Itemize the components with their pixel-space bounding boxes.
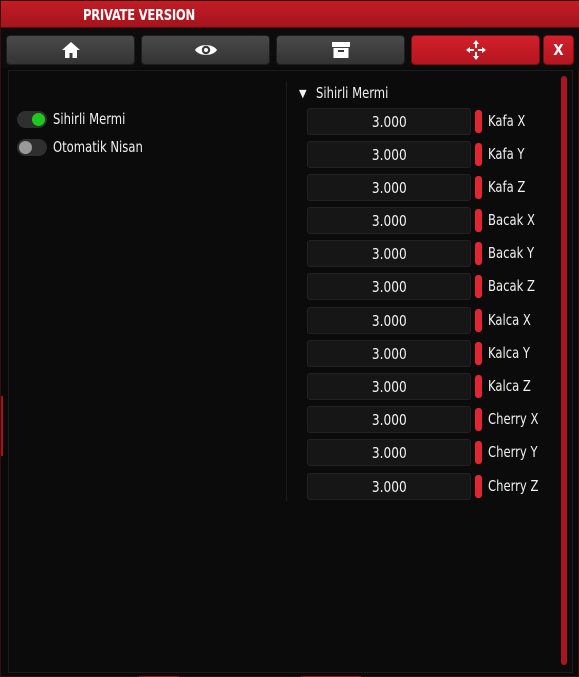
drag-handle[interactable] bbox=[475, 375, 482, 398]
tab-home[interactable] bbox=[6, 35, 135, 65]
value-text: 3.000 bbox=[371, 178, 407, 197]
value-text: 3.000 bbox=[371, 344, 407, 363]
field-label: Kafa Y bbox=[488, 145, 525, 163]
field-label: Kafa X bbox=[488, 112, 526, 130]
tab-bar bbox=[1, 29, 579, 68]
drag-handle[interactable] bbox=[475, 441, 482, 464]
eye-icon bbox=[194, 42, 218, 58]
value-input[interactable]: 3.000 bbox=[307, 373, 471, 400]
toggle-knob bbox=[32, 112, 45, 126]
value-input[interactable]: 3.000 bbox=[307, 273, 471, 300]
window-title: PRIVATE VERSION bbox=[83, 6, 195, 24]
drag-handle[interactable] bbox=[475, 309, 482, 332]
field-label: Kafa Z bbox=[488, 178, 526, 196]
scrollbar[interactable] bbox=[561, 76, 567, 665]
section-title: Sihirli Mermi bbox=[315, 84, 388, 102]
field-row: 3.000 Kafa Z bbox=[307, 174, 557, 201]
toggle-label: Sihirli Mermi bbox=[53, 110, 126, 128]
drag-handle[interactable] bbox=[475, 209, 482, 232]
field-row: 3.000 Bacak Z bbox=[307, 273, 557, 300]
tab-inventory[interactable] bbox=[276, 35, 405, 65]
edge-highlight bbox=[1, 396, 3, 456]
toggle-knob bbox=[19, 140, 32, 154]
value-text: 3.000 bbox=[371, 112, 407, 131]
value-input[interactable]: 3.000 bbox=[307, 141, 471, 168]
field-row: 3.000 Kalca X bbox=[307, 307, 557, 334]
field-label: Cherry Z bbox=[488, 477, 539, 495]
value-input[interactable]: 3.000 bbox=[307, 207, 471, 234]
drag-handle[interactable] bbox=[475, 475, 482, 498]
field-row: 3.000 Bacak Y bbox=[307, 240, 557, 267]
toggle-sihirli-mermi[interactable]: Sihirli Mermi bbox=[17, 110, 137, 128]
title-bar[interactable]: PRIVATE VERSION bbox=[1, 1, 579, 28]
drag-handle[interactable] bbox=[475, 176, 482, 199]
value-input[interactable]: 3.000 bbox=[307, 340, 471, 367]
app-window: PRIVATE VERSION X Sihirli Mermi Otomatik… bbox=[0, 0, 579, 677]
field-row: 3.000 Bacak X bbox=[307, 207, 557, 234]
value-text: 3.000 bbox=[371, 145, 407, 164]
value-text: 3.000 bbox=[371, 311, 407, 330]
close-label: X bbox=[553, 41, 564, 59]
home-icon bbox=[61, 41, 81, 59]
field-label: Kalca Y bbox=[488, 344, 530, 362]
toggle-otomatik-nisan[interactable]: Otomatik Nisan bbox=[17, 138, 157, 156]
value-text: 3.000 bbox=[371, 443, 407, 462]
field-row: 3.000 Cherry Y bbox=[307, 439, 557, 466]
value-input[interactable]: 3.000 bbox=[307, 240, 471, 267]
value-text: 3.000 bbox=[371, 377, 407, 396]
toggle-switch[interactable] bbox=[17, 110, 47, 128]
field-label: Cherry X bbox=[488, 410, 539, 428]
collapse-arrow-icon: ▼ bbox=[299, 86, 307, 100]
field-row: 3.000 Cherry X bbox=[307, 406, 557, 433]
field-row: 3.000 Kafa X bbox=[307, 108, 557, 135]
field-label: Kalca Z bbox=[488, 377, 531, 395]
drag-handle[interactable] bbox=[475, 342, 482, 365]
toggle-switch[interactable] bbox=[17, 138, 47, 156]
toggle-label: Otomatik Nisan bbox=[53, 138, 143, 156]
drag-handle[interactable] bbox=[475, 110, 482, 133]
field-label: Bacak X bbox=[488, 211, 535, 229]
tab-aim[interactable] bbox=[411, 35, 540, 65]
value-text: 3.000 bbox=[371, 477, 407, 496]
drag-handle[interactable] bbox=[475, 143, 482, 166]
column-divider bbox=[286, 81, 287, 501]
field-row: 3.000 Kafa Y bbox=[307, 141, 557, 168]
value-text: 3.000 bbox=[371, 211, 407, 230]
field-label: Bacak Y bbox=[488, 244, 535, 262]
value-input[interactable]: 3.000 bbox=[307, 108, 471, 135]
field-row: 3.000 Kalca Y bbox=[307, 340, 557, 367]
value-input[interactable]: 3.000 bbox=[307, 406, 471, 433]
value-text: 3.000 bbox=[371, 410, 407, 429]
drag-handle[interactable] bbox=[475, 408, 482, 431]
value-input[interactable]: 3.000 bbox=[307, 174, 471, 201]
field-label: Bacak Z bbox=[488, 277, 535, 295]
value-text: 3.000 bbox=[371, 244, 407, 263]
move-crosshair-icon bbox=[465, 39, 487, 61]
section-header-sihirli-mermi[interactable]: ▼ Sihirli Mermi bbox=[299, 84, 400, 102]
drag-handle[interactable] bbox=[475, 275, 482, 298]
archive-box-icon bbox=[331, 41, 351, 59]
tab-visuals[interactable] bbox=[141, 35, 270, 65]
field-row: 3.000 Cherry Z bbox=[307, 473, 557, 500]
value-input[interactable]: 3.000 bbox=[307, 307, 471, 334]
field-label: Kalca X bbox=[488, 311, 531, 329]
value-text: 3.000 bbox=[371, 277, 407, 296]
value-input[interactable]: 3.000 bbox=[307, 473, 471, 500]
close-button[interactable]: X bbox=[543, 35, 574, 65]
drag-handle[interactable] bbox=[475, 242, 482, 265]
field-row: 3.000 Kalca Z bbox=[307, 373, 557, 400]
value-input[interactable]: 3.000 bbox=[307, 439, 471, 466]
field-label: Cherry Y bbox=[488, 443, 538, 461]
